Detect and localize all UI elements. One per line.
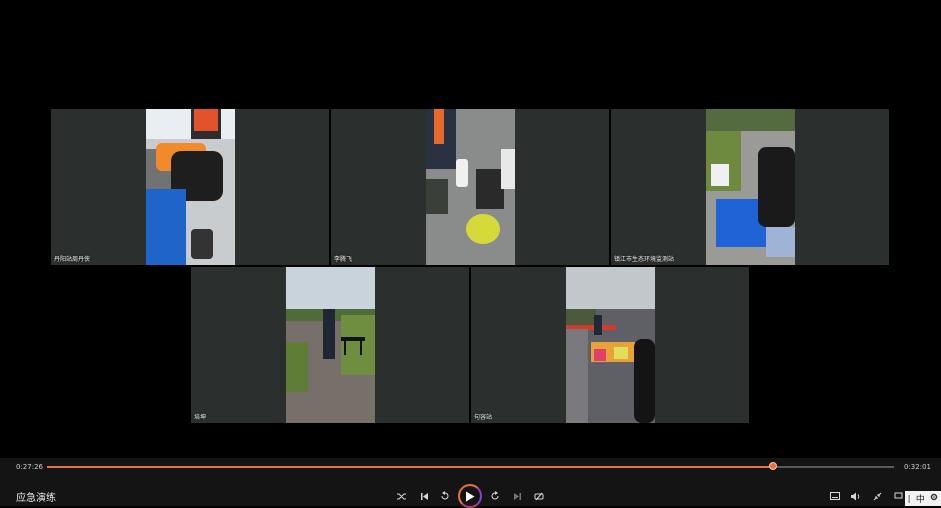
fullscreen-exit-icon[interactable] bbox=[870, 489, 884, 503]
previous-icon[interactable] bbox=[417, 489, 431, 503]
video-tile-3[interactable]: 镇江市生态环境监测站 bbox=[611, 109, 889, 265]
gear-icon[interactable] bbox=[930, 493, 938, 504]
video-stage[interactable]: 丹阳站周丹侠 李腾飞 镇江市生态环境监测站 培坤 句容站 bbox=[0, 0, 941, 458]
play-button[interactable] bbox=[458, 484, 482, 508]
next-icon[interactable] bbox=[510, 489, 524, 503]
tile-label: 培坤 bbox=[194, 414, 207, 421]
video-feed-5 bbox=[566, 267, 655, 423]
progress-track[interactable] bbox=[47, 462, 894, 470]
tile-label: 句容站 bbox=[474, 414, 493, 421]
play-icon bbox=[466, 491, 475, 501]
total-time: 0:32:01 bbox=[904, 463, 931, 471]
tile-label: 丹阳站周丹侠 bbox=[54, 256, 91, 263]
loop-icon[interactable] bbox=[532, 489, 546, 503]
pin-icon[interactable] bbox=[891, 489, 905, 503]
forward-icon[interactable] bbox=[488, 489, 502, 503]
video-tile-4[interactable]: 培坤 bbox=[191, 267, 469, 423]
video-feed-4 bbox=[286, 267, 375, 423]
video-feed-2 bbox=[426, 109, 515, 265]
video-feed-1 bbox=[146, 109, 235, 265]
video-feed-3 bbox=[706, 109, 795, 265]
video-title: 应急演练 bbox=[16, 493, 56, 504]
ime-divider: | bbox=[907, 494, 911, 503]
tile-label: 镇江市生态环境监测站 bbox=[614, 256, 675, 263]
video-tile-1[interactable]: 丹阳站周丹侠 bbox=[51, 109, 329, 265]
ime-mode[interactable]: 中 bbox=[916, 492, 925, 505]
ime-indicator[interactable]: | 中 bbox=[905, 491, 941, 506]
video-tile-2[interactable]: 李腾飞 bbox=[331, 109, 609, 265]
rewind-icon[interactable] bbox=[438, 489, 452, 503]
shuffle-icon[interactable] bbox=[395, 489, 409, 503]
progress-fill bbox=[47, 466, 773, 468]
subtitle-icon[interactable] bbox=[828, 489, 842, 503]
volume-icon[interactable] bbox=[849, 489, 863, 503]
tile-label: 李腾飞 bbox=[334, 256, 353, 263]
current-time: 0:27:26 bbox=[16, 463, 43, 471]
video-tile-5[interactable]: 句容站 bbox=[471, 267, 749, 423]
progress-thumb[interactable] bbox=[768, 462, 777, 470]
